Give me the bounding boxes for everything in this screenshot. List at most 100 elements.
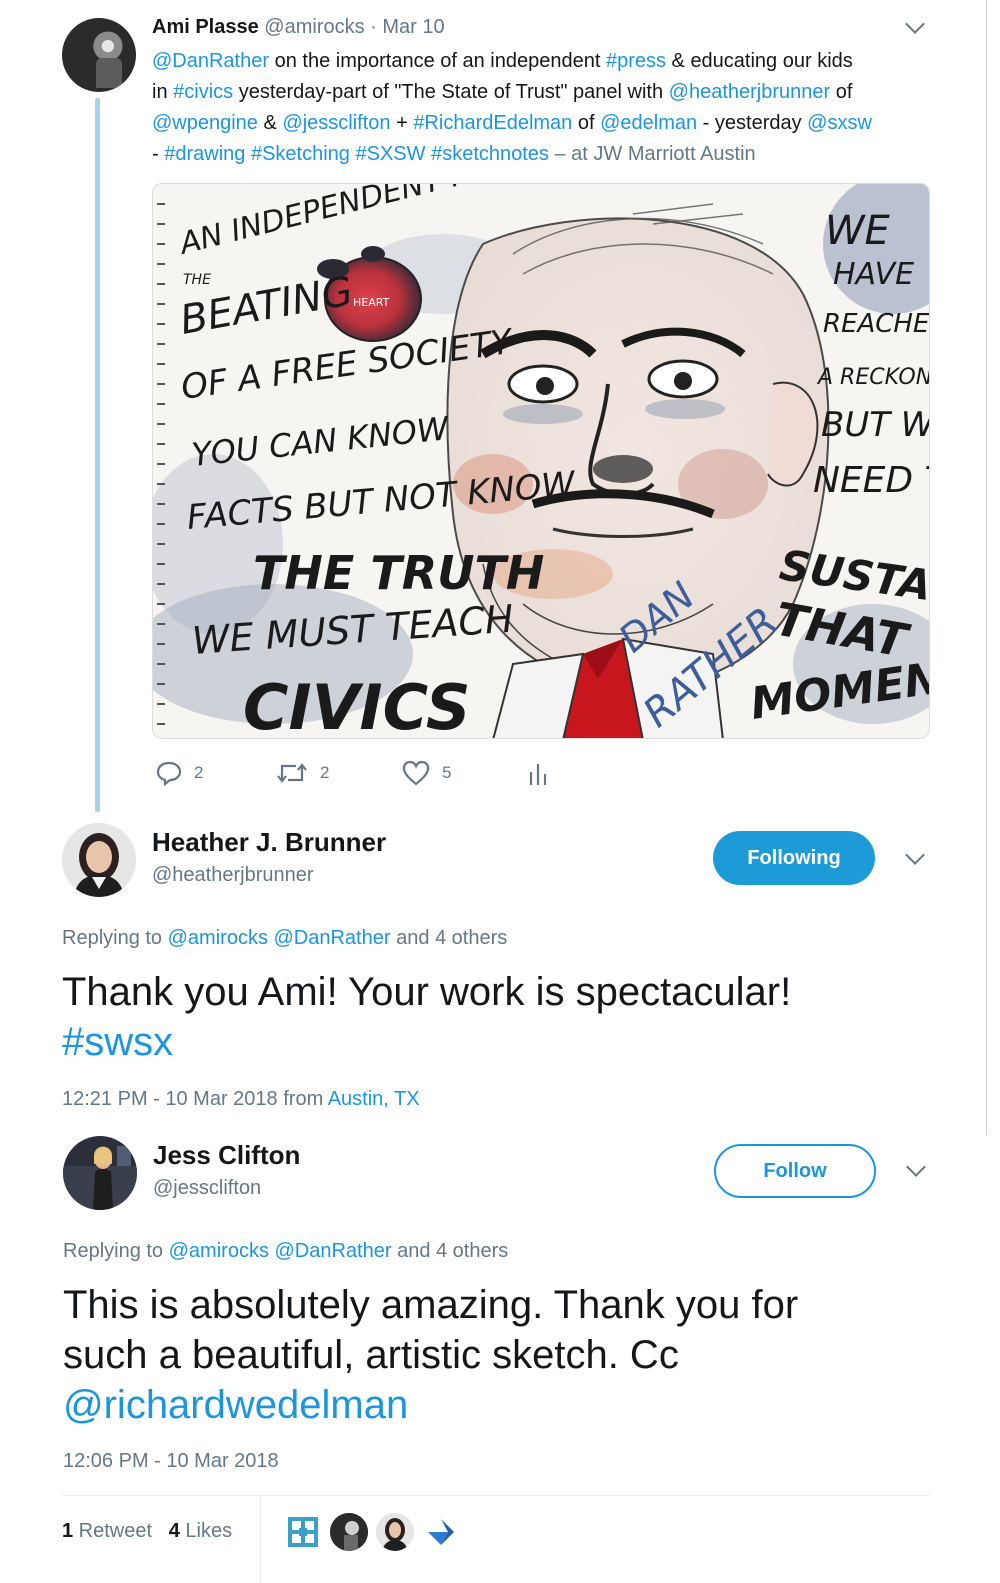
reply-count: 2 — [194, 763, 204, 782]
reply2-text-line-1: This is absolutely amazing. Thank you fo… — [63, 1283, 799, 1327]
tweet-text-segment: - — [152, 143, 165, 165]
tweet-text-segment: yesterday-part of "The State of Trust" p… — [233, 81, 669, 103]
likes-stat[interactable]: 4 Likes — [169, 1520, 232, 1542]
tweet-link[interactable]: @wpengine — [152, 112, 258, 134]
sketch-text-reached: REACHED — [823, 309, 930, 339]
reply1-replying-to: Replying to @amirocks @DanRather and 4 o… — [62, 927, 507, 950]
replying-label: Replying to — [63, 1240, 169, 1262]
reply2-timestamp[interactable]: 12:06 PM - 10 Mar 2018 — [63, 1450, 279, 1473]
tweet-link[interactable]: #SXSW — [355, 143, 425, 165]
replying-users[interactable]: @amirocks @DanRather — [168, 927, 391, 949]
tweet-link[interactable]: @edelman — [600, 112, 697, 134]
jess-clifton-avatar[interactable] — [63, 1136, 137, 1210]
reply1-author-handle[interactable]: @heatherjbrunner — [152, 864, 314, 887]
tweet-link[interactable]: #press — [606, 50, 666, 72]
retweet-stat-count: 1 — [62, 1520, 74, 1542]
reply1-hashtag[interactable]: #swsx — [62, 1017, 942, 1067]
scrollbar-edge — [986, 0, 1000, 1135]
reply1-text: Thank you Ami! Your work is spectacular!… — [62, 967, 942, 1067]
author-handle[interactable]: @amirocks — [264, 16, 364, 38]
tweet-text: @DanRather on the importance of an indep… — [152, 46, 932, 170]
reply2-author-handle[interactable]: @jessclifton — [153, 1177, 261, 1200]
following-button[interactable]: Following — [713, 831, 875, 885]
tweet-text-segment: of — [830, 81, 853, 103]
chevron-down-icon[interactable] — [906, 1157, 926, 1177]
like-count: 5 — [442, 763, 452, 782]
reply-action[interactable]: 2 — [156, 760, 203, 786]
heart-icon — [402, 760, 430, 786]
likes-stat-count: 4 — [168, 1520, 180, 1542]
tweet-link[interactable]: @sxsw — [807, 112, 872, 134]
tweet-link[interactable]: #civics — [173, 81, 233, 103]
tweet-link[interactable]: #Sketching — [251, 143, 350, 165]
reply2-author-name[interactable]: Jess Clifton — [153, 1140, 300, 1171]
reply2-stats: 1 Retweet 4 Likes — [62, 1520, 232, 1543]
stats-divider — [62, 1495, 930, 1496]
tweet-link[interactable]: @jessclifton — [282, 112, 390, 134]
reply1-author-name[interactable]: Heather J. Brunner — [152, 827, 386, 858]
reply1-time[interactable]: 12:21 PM - 10 Mar 2018 from — [62, 1088, 328, 1110]
tweet-link[interactable]: #drawing — [164, 143, 245, 165]
thread-line — [95, 98, 100, 812]
liker-avatar[interactable] — [330, 1513, 368, 1551]
reply1-text-line: Thank you Ami! Your work is spectacular! — [62, 970, 792, 1014]
tweet-text-line: @DanRather on the importance of an indep… — [152, 46, 932, 77]
sketch-text-truth: THE TRUTH — [253, 546, 544, 600]
tweet-text-segment: & educating our kids — [665, 50, 853, 72]
sketch-text-but-we: BUT WE — [821, 405, 930, 445]
retweet-count: 2 — [320, 763, 330, 782]
tweet-location[interactable]: – at JW Marriott Austin — [549, 143, 755, 165]
retweet-stat[interactable]: 1 Retweet — [62, 1520, 152, 1542]
retweet-icon — [277, 763, 307, 783]
sketch-text-reckoning: A RECKONING — [816, 365, 930, 390]
tweet-text-segment: in — [152, 81, 174, 103]
heather-brunner-avatar[interactable] — [62, 823, 136, 897]
tweet-text-line: @wpengine & @jessclifton + #RichardEdelm… — [152, 108, 932, 139]
sketch-image[interactable]: AN INDEPENDENT PRESS THE BEATING HEART O… — [152, 183, 930, 739]
retweet-action[interactable]: 2 — [276, 760, 329, 786]
like-action[interactable]: 5 — [402, 760, 451, 786]
tweet-link[interactable]: @heatherjbrunner — [669, 81, 831, 103]
retweet-stat-label: Retweet — [73, 1520, 153, 1542]
follow-button[interactable]: Follow — [714, 1144, 876, 1198]
tweet-text-line: - #drawing #Sketching #SXSW #sketchnotes… — [152, 139, 932, 170]
sketch-text-civics: CIVICS — [243, 671, 471, 739]
tweet-text-segment: & — [257, 112, 283, 134]
tweet-link[interactable]: #RichardEdelman — [413, 112, 572, 134]
reply1-timestamp: 12:21 PM - 10 Mar 2018 from Austin, TX — [62, 1088, 420, 1111]
tweet-text-segment: on the importance of an independent — [269, 50, 606, 72]
likes-stat-label: Likes — [179, 1520, 233, 1542]
reply1-location[interactable]: Austin, TX — [328, 1088, 420, 1110]
liker-avatar[interactable] — [422, 1513, 460, 1551]
tweet-date[interactable]: Mar 10 — [382, 16, 444, 38]
chevron-down-icon[interactable] — [905, 845, 925, 865]
chevron-down-icon[interactable] — [905, 14, 925, 34]
likers-avatars — [284, 1513, 460, 1551]
reply2-text-line-2: such a beautiful, artistic sketch. Cc — [63, 1333, 679, 1377]
tweet-text-segment: of — [572, 112, 601, 134]
sketch-text-need-to: NEED TO — [813, 460, 930, 501]
tweet-link[interactable]: @DanRather — [152, 50, 269, 72]
reply2-mention[interactable]: @richardwedelman — [63, 1380, 943, 1430]
replying-label: Replying to — [62, 927, 168, 949]
tweet-text-line: in #civics yesterday-part of "The State … — [152, 77, 932, 108]
ami-plasse-avatar[interactable] — [62, 18, 136, 92]
reply2-replying-to: Replying to @amirocks @DanRather and 4 o… — [63, 1240, 508, 1263]
reply2-text: This is absolutely amazing. Thank you fo… — [63, 1280, 943, 1430]
header-separator: · — [364, 16, 383, 38]
author-name[interactable]: Ami Plasse — [152, 16, 259, 38]
sketch-text-have: HAVE — [833, 257, 914, 292]
tweet-text-segment: - yesterday — [697, 112, 808, 134]
liker-avatar[interactable] — [284, 1513, 322, 1551]
tweet-link[interactable]: #sketchnotes — [431, 143, 549, 165]
replying-users[interactable]: @amirocks @DanRather — [169, 1240, 392, 1262]
sketch-text-the: THE — [183, 272, 211, 288]
analytics-action[interactable] — [528, 760, 548, 786]
analytics-icon — [529, 764, 547, 785]
replying-others[interactable]: and 4 others — [392, 1240, 508, 1262]
liker-avatar[interactable] — [376, 1513, 414, 1551]
stats-vertical-divider — [260, 1496, 261, 1583]
tweet-header: Ami Plasse @amirocks · Mar 10 — [152, 16, 445, 39]
replying-others[interactable]: and 4 others — [391, 927, 507, 949]
sketch-text-heart: HEART — [353, 296, 390, 309]
